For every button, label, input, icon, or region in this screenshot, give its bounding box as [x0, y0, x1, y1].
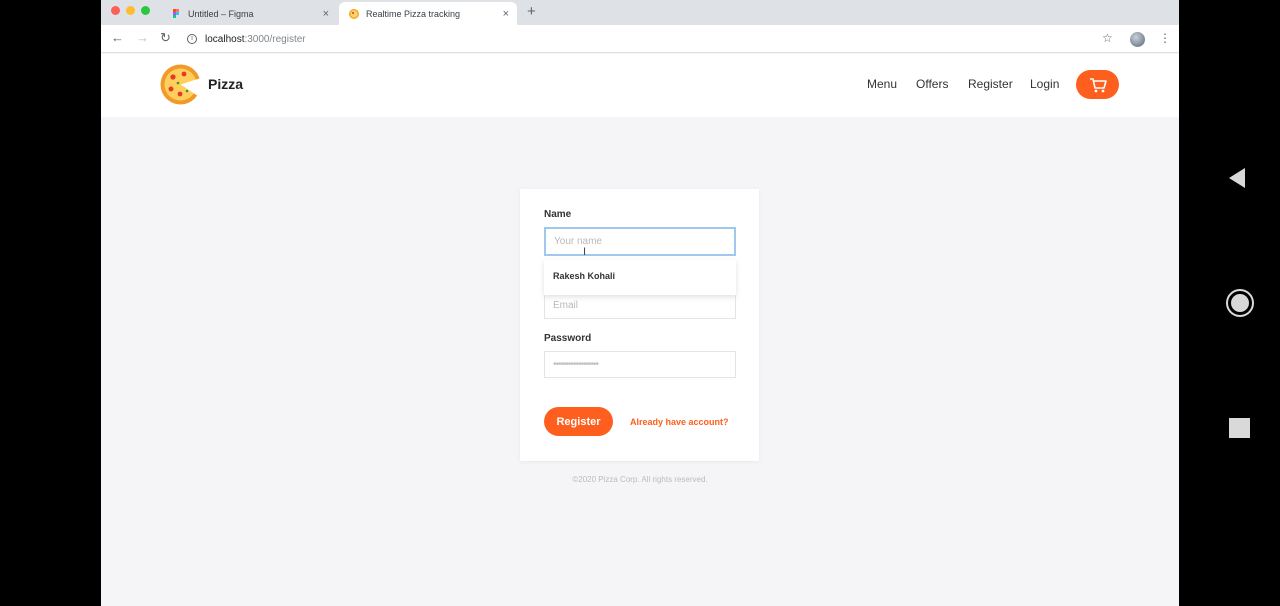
home-circle-icon[interactable]: [1225, 288, 1255, 318]
address-bar: ← → ↻ i localhost:3000/register ☆ ⋮: [101, 25, 1179, 53]
profile-avatar[interactable]: [1130, 32, 1145, 47]
maximize-window-button[interactable]: [141, 6, 150, 15]
recents-square-icon[interactable]: [1229, 418, 1250, 438]
tab-pizza-tracking[interactable]: Realtime Pizza tracking ×: [339, 2, 517, 25]
nav-login[interactable]: Login: [1030, 77, 1059, 91]
site-info-icon[interactable]: i: [187, 34, 197, 44]
tab-title: Realtime Pizza tracking: [366, 8, 461, 19]
cart-button[interactable]: [1076, 70, 1119, 99]
nav-offers[interactable]: Offers: [916, 77, 948, 91]
android-nav-bar: [1179, 0, 1280, 606]
register-button[interactable]: Register: [544, 407, 613, 436]
close-tab-icon[interactable]: ×: [323, 8, 329, 20]
register-form: Name I Rakesh Kohali Password Register A…: [520, 189, 759, 461]
url-field[interactable]: i localhost:3000/register: [187, 29, 1087, 49]
email-input[interactable]: [544, 292, 736, 319]
nav-menu[interactable]: Menu: [867, 77, 897, 91]
back-arrow-icon[interactable]: ←: [111, 30, 124, 45]
url-path: :3000/register: [244, 33, 306, 45]
close-tab-icon[interactable]: ×: [503, 8, 509, 20]
name-label: Name: [544, 209, 572, 220]
close-window-button[interactable]: [111, 6, 120, 15]
password-label: Password: [544, 333, 592, 344]
suggestion-text: Rakesh Kohali: [553, 271, 616, 281]
footer-copyright: ©2020 Pizza Corp. All rights reserved.: [572, 475, 708, 484]
cart-icon: [1089, 77, 1107, 92]
forward-arrow-icon[interactable]: →: [136, 30, 149, 45]
figma-icon: [171, 8, 181, 19]
more-menu-icon[interactable]: ⋮: [1159, 31, 1171, 45]
url-host: localhost: [205, 33, 245, 45]
brand-name[interactable]: Pizza: [208, 76, 243, 92]
password-input[interactable]: [544, 351, 736, 378]
site-header: Pizza Menu Offers Register Login: [101, 54, 1179, 117]
new-tab-button[interactable]: +: [527, 3, 536, 20]
reload-icon[interactable]: ↻: [160, 30, 171, 46]
pizza-favicon-icon: [349, 8, 359, 19]
tab-bar: Untitled – Figma × Realtime Pizza tracki…: [101, 0, 1179, 25]
tab-figma[interactable]: Untitled – Figma ×: [161, 2, 337, 25]
tab-title: Untitled – Figma: [188, 8, 254, 19]
autocomplete-suggestion[interactable]: Rakesh Kohali: [544, 260, 736, 295]
nav-register[interactable]: Register: [968, 77, 1013, 91]
minimize-window-button[interactable]: [126, 6, 135, 15]
text-cursor-icon: I: [583, 246, 587, 258]
pizza-logo-icon[interactable]: [160, 64, 201, 105]
back-triangle-icon[interactable]: [1228, 167, 1246, 189]
bookmark-star-icon[interactable]: ☆: [1102, 31, 1113, 45]
name-input[interactable]: [544, 227, 736, 256]
browser-window: Untitled – Figma × Realtime Pizza tracki…: [101, 0, 1179, 606]
already-have-account-link[interactable]: Already have account?: [630, 417, 729, 427]
